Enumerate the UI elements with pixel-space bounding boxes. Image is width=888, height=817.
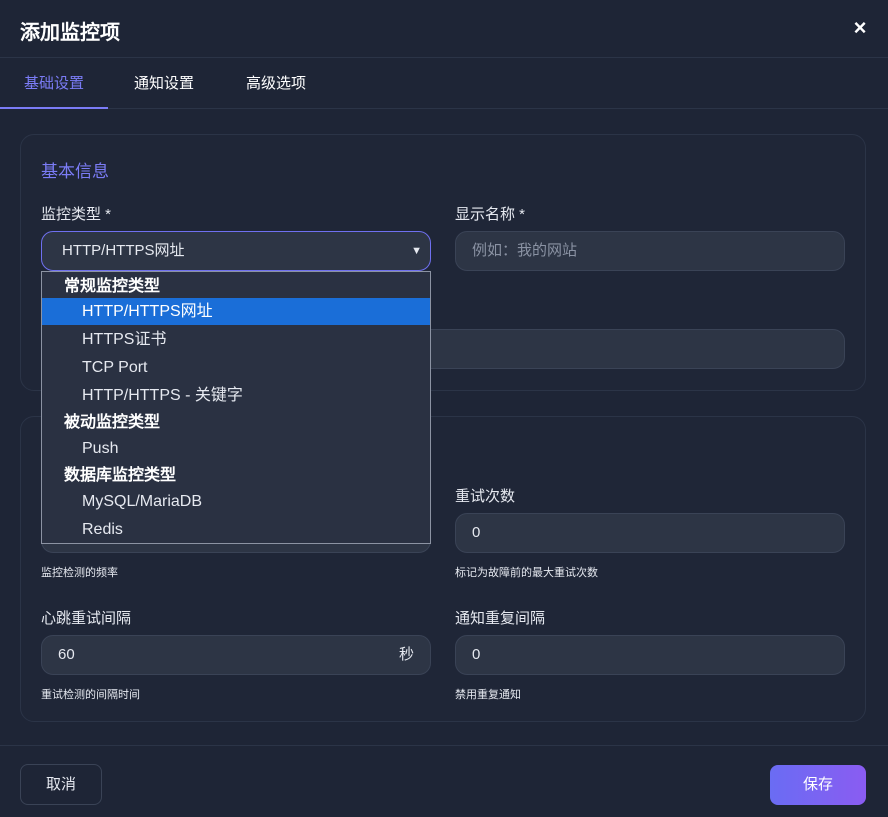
cancel-button[interactable]: 取消 [20, 764, 102, 805]
tab-notification-settings[interactable]: 通知设置 [120, 58, 208, 109]
retries-hint: 标记为故障前的最大重试次数 [455, 567, 598, 579]
option-group-label: 常规监控类型 [64, 278, 161, 295]
resend-interval-hint: 禁用重复通知 [455, 689, 521, 701]
retry-interval-hint: 重试检测的间隔时间 [41, 689, 140, 701]
resend-interval-label: 通知重复间隔 [455, 610, 546, 627]
option-redis[interactable]: Redis [42, 516, 430, 543]
tab-bar: 基础设置 通知设置 高级选项 [0, 58, 888, 109]
option-group-label: 被动监控类型 [64, 414, 161, 431]
option-http-keyword[interactable]: HTTP/HTTPS - 关键字 [42, 382, 430, 409]
dialog-footer: 取消 保存 [0, 745, 888, 817]
monitor-type-value: HTTP/HTTPS网址 [62, 242, 185, 259]
check-interval-hint: 监控检测的频率 [41, 567, 118, 579]
dialog-title: 添加监控项 [20, 22, 120, 44]
dialog-header: 添加监控项 × [0, 0, 888, 58]
close-icon[interactable]: × [848, 16, 872, 40]
display-name-input[interactable]: 例如：我的网站 [455, 231, 845, 271]
option-group-label: 数据库监控类型 [64, 467, 177, 484]
display-name-label: 显示名称 * [455, 206, 526, 223]
section-title-basic-info: 基本信息 [41, 162, 109, 181]
retry-interval-unit: 秒 [398, 646, 414, 663]
option-push[interactable]: Push [42, 435, 430, 462]
option-https-certificate[interactable]: HTTPS证书 [42, 326, 430, 353]
monitor-type-label: 监控类型 * [41, 206, 112, 223]
resend-interval-input[interactable]: 0 [455, 635, 845, 675]
option-tcp-port[interactable]: TCP Port [42, 354, 430, 381]
option-http-https-url[interactable]: HTTP/HTTPS网址 [42, 298, 430, 325]
retry-interval-input[interactable]: 60 秒 [41, 635, 431, 675]
monitor-type-dropdown: 常规监控类型 HTTP/HTTPS网址 HTTPS证书 TCP Port HTT… [41, 271, 431, 544]
monitor-type-select[interactable]: HTTP/HTTPS网址 ▼ [41, 231, 431, 271]
tab-advanced-options[interactable]: 高级选项 [232, 58, 320, 109]
retries-input[interactable]: 0 [455, 513, 845, 553]
option-mysql-mariadb[interactable]: MySQL/MariaDB [42, 488, 430, 515]
retries-label: 重试次数 [455, 488, 516, 505]
retry-interval-value: 60 [58, 646, 75, 663]
chevron-down-icon: ▼ [411, 245, 422, 257]
retry-interval-label: 心跳重试间隔 [41, 610, 132, 627]
tab-basic-settings[interactable]: 基础设置 [0, 58, 108, 109]
save-button[interactable]: 保存 [770, 765, 866, 805]
